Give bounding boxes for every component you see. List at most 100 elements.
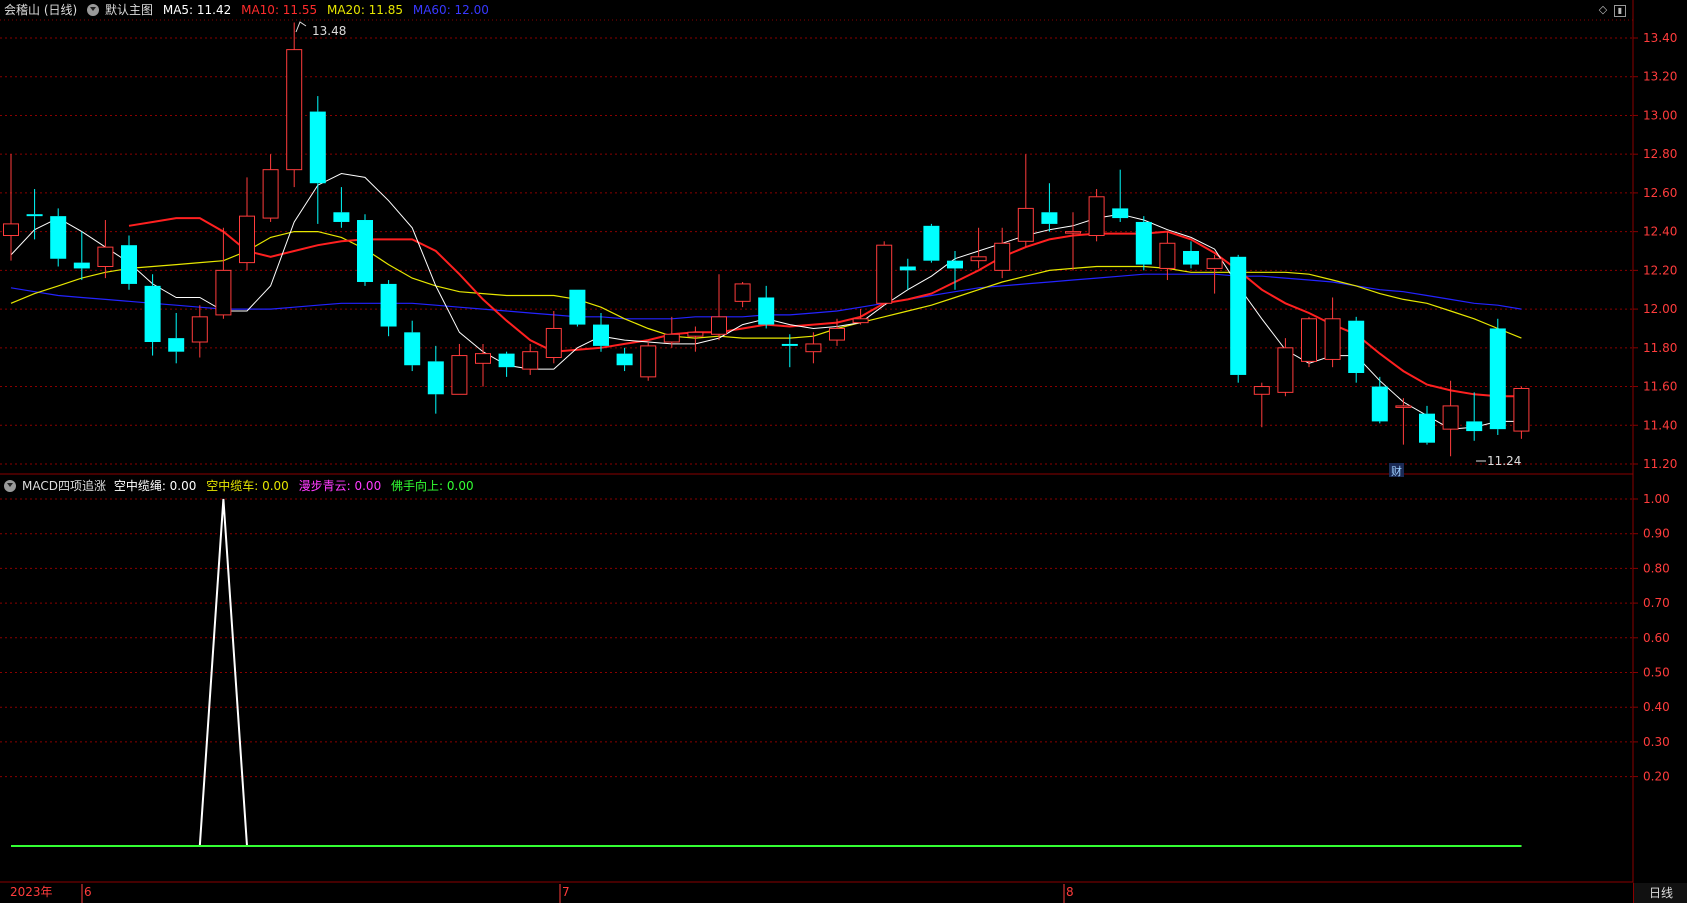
candle-down [50, 208, 67, 267]
indicator-field-3: 漫步青云: 0.00 [298, 479, 382, 493]
candle-body [121, 245, 137, 284]
candle-body [687, 331, 704, 337]
candle-body [50, 216, 67, 259]
candle-up [994, 227, 1011, 279]
candle-body [1135, 221, 1152, 265]
candle-up [286, 22, 303, 188]
candle-body [1230, 256, 1247, 375]
y-tick-label: 0.80 [1643, 561, 1670, 575]
candle-body [1277, 347, 1294, 393]
y-axis-ticks: 13.40 13.20 13.00 12.80 12.60 12.40 12.20 12.00… [1633, 31, 1677, 784]
y-tick-label: 12.40 [1643, 225, 1677, 239]
candle-body [970, 256, 987, 262]
candle-body [3, 223, 19, 237]
candle-down [357, 214, 373, 286]
candle-down [1230, 254, 1247, 383]
ma5-label: MA5: 11.42 [162, 3, 232, 17]
x-label-jun: 6 [84, 885, 92, 899]
candle-body [144, 285, 161, 343]
candle-up [1159, 231, 1176, 281]
candle-up [1253, 382, 1270, 428]
candle-up [262, 154, 279, 222]
y-tick-label: 11.80 [1643, 341, 1677, 355]
stock-name: 会稽山 (日线) [4, 3, 78, 17]
low-price-label: 11.24 [1487, 454, 1521, 468]
candle-body [593, 324, 609, 346]
axis-frame [0, 0, 1634, 883]
panel-toggle-icon[interactable]: ▮ [1614, 5, 1626, 17]
candle-body [73, 262, 90, 269]
candle-body [1324, 318, 1341, 360]
candle-body [239, 215, 255, 264]
candle-up [1324, 297, 1341, 368]
candle-down [309, 96, 326, 224]
candle-down [1183, 241, 1199, 269]
candle-body [1183, 251, 1199, 265]
candle-up [734, 281, 751, 308]
period-button[interactable]: 日线 [1633, 883, 1687, 903]
ma10-label: MA10: 11.55 [241, 3, 318, 17]
candle-body [616, 353, 633, 366]
candle-down [1135, 216, 1152, 271]
candle-body [1112, 208, 1129, 219]
candle-down [1112, 169, 1129, 222]
candle-body [26, 214, 43, 217]
candle-up [475, 343, 491, 387]
candle-body [1442, 405, 1459, 430]
candle-body [404, 332, 421, 366]
y-tick-label: 0.20 [1643, 770, 1670, 784]
candle-body [427, 361, 444, 395]
indicator-field-1: 空中缆绳: 0.00 [113, 479, 197, 493]
candle-up [852, 309, 869, 325]
dropdown-icon[interactable] [4, 480, 16, 492]
candle-up [1301, 316, 1317, 368]
stock-chart[interactable]: 13.40 13.20 13.00 12.80 12.60 12.40 12.20 12.00… [0, 0, 1687, 903]
high-price-label: 13.48 [312, 24, 346, 38]
candle-body [168, 338, 185, 352]
candle-body [569, 289, 586, 325]
candle-body [640, 345, 657, 378]
y-tick-label: 1.00 [1643, 492, 1670, 506]
candle-body [522, 351, 539, 370]
candle-down [781, 334, 798, 368]
x-label-jul: 7 [562, 885, 570, 899]
indicator-name[interactable]: MACD四项追涨 [22, 479, 106, 493]
candle-body [1489, 328, 1506, 430]
indicator-field-4: 佛手向上: 0.00 [391, 479, 474, 493]
y-tick-label: 12.80 [1643, 147, 1677, 161]
candle-body [994, 242, 1011, 271]
candle-body [1301, 318, 1317, 362]
y-tick-label: 0.90 [1643, 527, 1670, 541]
candle-body [1088, 196, 1105, 237]
candle-body [1395, 405, 1412, 408]
candle-body [1513, 387, 1530, 432]
candle-body [286, 49, 303, 171]
candle-up [970, 227, 987, 269]
candle-up [1088, 189, 1105, 242]
candle-down [144, 274, 161, 356]
y-tick-label: 13.00 [1643, 108, 1677, 122]
y-tick-label: 12.60 [1643, 186, 1677, 200]
candle-body [829, 327, 845, 341]
candle-up [239, 177, 255, 271]
candle-body [1419, 413, 1435, 443]
candle-body [947, 260, 963, 269]
dropdown-icon[interactable] [87, 4, 100, 16]
diamond-icon[interactable]: ◇ [1597, 4, 1609, 16]
cai-text: 财 [1391, 464, 1402, 478]
candle-down [616, 347, 633, 372]
indicator-header: MACD四项追涨 空中缆绳: 0.00 空中缆车: 0.00 漫步青云: 0.0… [4, 476, 480, 496]
main-chart-header: 会稽山 (日线) 默认主图 MA5: 11.42 MA10: 11.55 MA2… [4, 0, 495, 20]
candle-body [1206, 258, 1223, 269]
y-tick-label: 0.70 [1643, 596, 1670, 610]
candle-down [1348, 316, 1365, 383]
candle-body [923, 225, 940, 261]
y-tick-label: 11.60 [1643, 380, 1677, 394]
candle-down [404, 320, 421, 372]
candle-up [522, 343, 539, 375]
candle-body [357, 220, 373, 282]
template-name[interactable]: 默认主图 [105, 3, 153, 17]
candle-down [1041, 183, 1058, 232]
candle-body [309, 111, 326, 184]
candle-body [1041, 212, 1058, 224]
